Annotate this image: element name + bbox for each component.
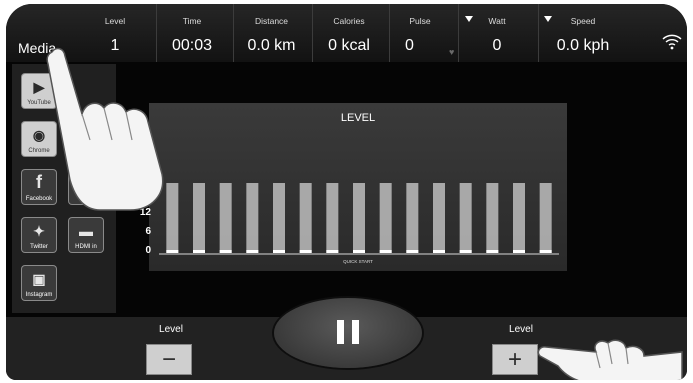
level-bar bbox=[326, 250, 339, 253]
stat-speed-label: Speed bbox=[570, 16, 596, 26]
app-instagram-label: Instagram bbox=[25, 292, 53, 298]
level-segment-column bbox=[299, 183, 312, 253]
level-bar bbox=[513, 250, 525, 253]
level-bar bbox=[166, 250, 179, 253]
chart-bars bbox=[159, 183, 559, 255]
level-segment-column bbox=[406, 183, 419, 253]
stat-time-label: Time bbox=[182, 16, 202, 26]
app-hdmi-in[interactable]: ▬ HDMI in bbox=[69, 218, 103, 252]
instagram-icon: ▣ bbox=[32, 271, 46, 287]
level-bar bbox=[219, 250, 232, 253]
pointing-hand-illustration bbox=[537, 339, 683, 380]
level-up-button[interactable]: + bbox=[492, 344, 538, 375]
level-bar bbox=[273, 250, 285, 253]
stat-pulse-value: 0 bbox=[405, 37, 414, 54]
app-twitter-label: Twitter bbox=[30, 244, 48, 250]
treadmill-console-screen: Media Level 1 Time 00:03 Distance 0.0 km… bbox=[6, 4, 687, 380]
level-segment-column bbox=[539, 183, 552, 253]
triangle-down-icon[interactable] bbox=[544, 16, 552, 22]
chart-footer: QUICK START bbox=[343, 259, 373, 264]
level-down-label: Level bbox=[159, 324, 183, 335]
hdmi-icon: ▬ bbox=[79, 223, 93, 239]
level-bar bbox=[193, 250, 205, 253]
stat-level-label: Level bbox=[104, 16, 126, 26]
level-chart: LEVEL 6 12 6 0 QUICK START bbox=[140, 103, 567, 271]
level-bar bbox=[433, 250, 445, 253]
twitter-icon: ✦ bbox=[33, 223, 45, 239]
level-segment-column bbox=[433, 183, 445, 253]
stat-watt-value: 0 bbox=[492, 37, 502, 54]
level-bar bbox=[406, 250, 419, 253]
pause-button[interactable] bbox=[274, 298, 422, 368]
app-hdmi-in-label: HDMI in bbox=[75, 244, 97, 250]
level-segment-column bbox=[513, 183, 525, 253]
stat-distance: Distance 0.0 km bbox=[233, 4, 309, 62]
level-segment-column bbox=[193, 183, 205, 253]
app-twitter[interactable]: ✦ Twitter bbox=[22, 218, 56, 252]
level-segment-column bbox=[459, 183, 472, 253]
level-segment-column bbox=[219, 183, 232, 253]
level-bar bbox=[539, 250, 552, 253]
stat-calories-label: Calories bbox=[333, 16, 365, 26]
stat-watt[interactable]: Watt 0 bbox=[458, 4, 535, 62]
stat-calories-value: 0 kcal bbox=[328, 37, 370, 54]
level-bar bbox=[379, 250, 392, 253]
level-segment-column bbox=[353, 183, 365, 253]
pointing-hand-illustration bbox=[46, 47, 164, 211]
level-down-button[interactable]: − bbox=[146, 344, 192, 375]
stat-speed[interactable]: Speed 0.0 kph bbox=[538, 4, 627, 62]
level-bar bbox=[459, 250, 472, 253]
pause-icon bbox=[352, 320, 359, 344]
stat-distance-value: 0.0 km bbox=[247, 37, 296, 54]
level-segment-column bbox=[273, 183, 285, 253]
level-segment-column bbox=[486, 183, 499, 253]
level-bar bbox=[353, 250, 365, 253]
level-bar bbox=[246, 250, 259, 253]
wifi-icon bbox=[662, 34, 682, 50]
level-segment-column bbox=[379, 183, 392, 253]
stat-pulse: Pulse 0 bbox=[389, 4, 450, 62]
stat-speed-value: 0.0 kph bbox=[556, 37, 610, 54]
level-bar bbox=[486, 250, 499, 253]
level-segment-column bbox=[326, 183, 339, 253]
pause-icon bbox=[337, 320, 344, 344]
stat-distance-label: Distance bbox=[254, 16, 289, 26]
triangle-down-icon[interactable] bbox=[465, 16, 473, 22]
level-segment-column bbox=[246, 183, 259, 253]
heart-icon: ♥ bbox=[449, 47, 455, 57]
app-instagram[interactable]: ▣ Instagram bbox=[22, 266, 56, 300]
level-bar bbox=[299, 250, 312, 253]
stat-pulse-label: Pulse bbox=[409, 16, 431, 26]
stat-calories: Calories 0 kcal bbox=[312, 4, 385, 62]
